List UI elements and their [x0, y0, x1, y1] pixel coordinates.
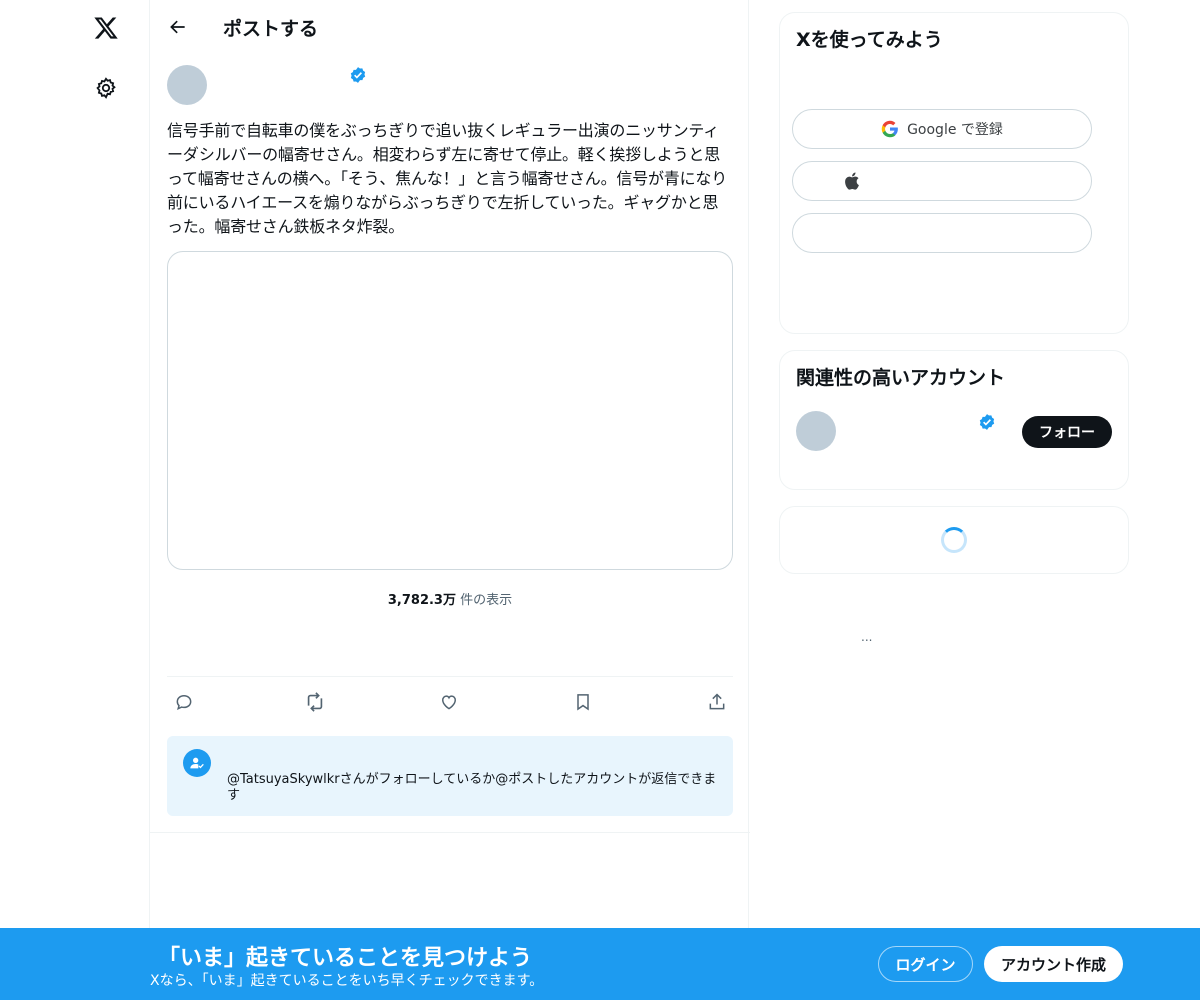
related-accounts-title: 関連性の高いアカウント	[796, 367, 1006, 389]
divider	[167, 676, 733, 677]
signup-card-title: Xを使ってみよう	[796, 29, 943, 51]
post-text: 信号手前で自転車の僕をぶっちぎりで追い抜くレギュラー出演のニッサンティーダシルバ…	[167, 121, 728, 236]
create-account-button[interactable]: アカウント作成	[984, 946, 1123, 982]
bookmark-button[interactable]	[566, 685, 600, 719]
post-media[interactable]	[167, 251, 733, 570]
bookmark-icon	[577, 694, 589, 711]
related-account-avatar[interactable]	[796, 411, 836, 451]
user-check-icon	[183, 749, 211, 777]
left-nav	[0, 0, 150, 1000]
reply-notice-text: @TatsuyaSkywlkrさんがフォローしているか@ポストしたアカウントが返…	[227, 772, 717, 803]
related-accounts-card: 関連性の高いアカウント フォロー	[779, 350, 1129, 490]
repost-button[interactable]	[298, 685, 332, 719]
page-header: ポストする	[150, 0, 750, 54]
x-logo-icon[interactable]	[86, 8, 126, 48]
repost-icon	[307, 692, 323, 712]
main-column: ポストする 信号手前で自転車の僕をぶっちぎりで追い抜くレギュラー出演のニッサンテ…	[149, 0, 750, 1000]
signup-banner: 「いま」起きていることを見つけよう Xなら、「いま」起きていることをいち早くチェ…	[0, 928, 1200, 1000]
follow-button[interactable]: フォロー	[1022, 416, 1112, 448]
like-button[interactable]	[432, 685, 466, 719]
google-signup-button[interactable]: Google で登録	[792, 109, 1092, 149]
reply-button[interactable]	[167, 685, 201, 719]
like-icon	[441, 695, 457, 710]
share-icon	[709, 693, 725, 710]
account-signup-button[interactable]	[792, 213, 1092, 253]
post-actions	[167, 685, 737, 719]
reply-icon	[176, 694, 192, 711]
google-icon	[881, 120, 898, 138]
google-signup-label: Google で登録	[907, 122, 1003, 138]
banner-subtitle: Xなら、「いま」起きていることをいち早くチェックできます。	[150, 973, 544, 989]
loading-card	[779, 506, 1129, 574]
author-avatar[interactable]	[167, 65, 207, 105]
more-indicator[interactable]: ...	[861, 630, 872, 644]
verified-badge-icon	[979, 414, 995, 430]
arrow-left-icon	[170, 20, 185, 34]
view-count-label: 件の表示	[455, 593, 513, 608]
share-button[interactable]	[700, 685, 734, 719]
page-title: ポストする	[223, 18, 319, 40]
gear-icon[interactable]	[86, 68, 126, 108]
banner-title: 「いま」起きていることを見つけよう	[158, 946, 533, 971]
loading-spinner-icon	[941, 527, 967, 553]
divider	[150, 832, 750, 833]
reply-restriction-notice: @TatsuyaSkywlkrさんがフォローしているか@ポストしたアカウントが返…	[167, 736, 733, 816]
view-count-number: 3,782.3万	[387, 593, 456, 608]
apple-icon	[845, 172, 859, 190]
login-button[interactable]: ログイン	[878, 946, 973, 982]
view-count: 3,782.3万 件の表示	[150, 589, 750, 608]
signup-card: Xを使ってみよう Google で登録	[779, 12, 1129, 334]
back-button[interactable]	[160, 9, 196, 45]
apple-signup-button[interactable]	[792, 161, 1092, 201]
verified-badge-icon	[350, 67, 366, 83]
